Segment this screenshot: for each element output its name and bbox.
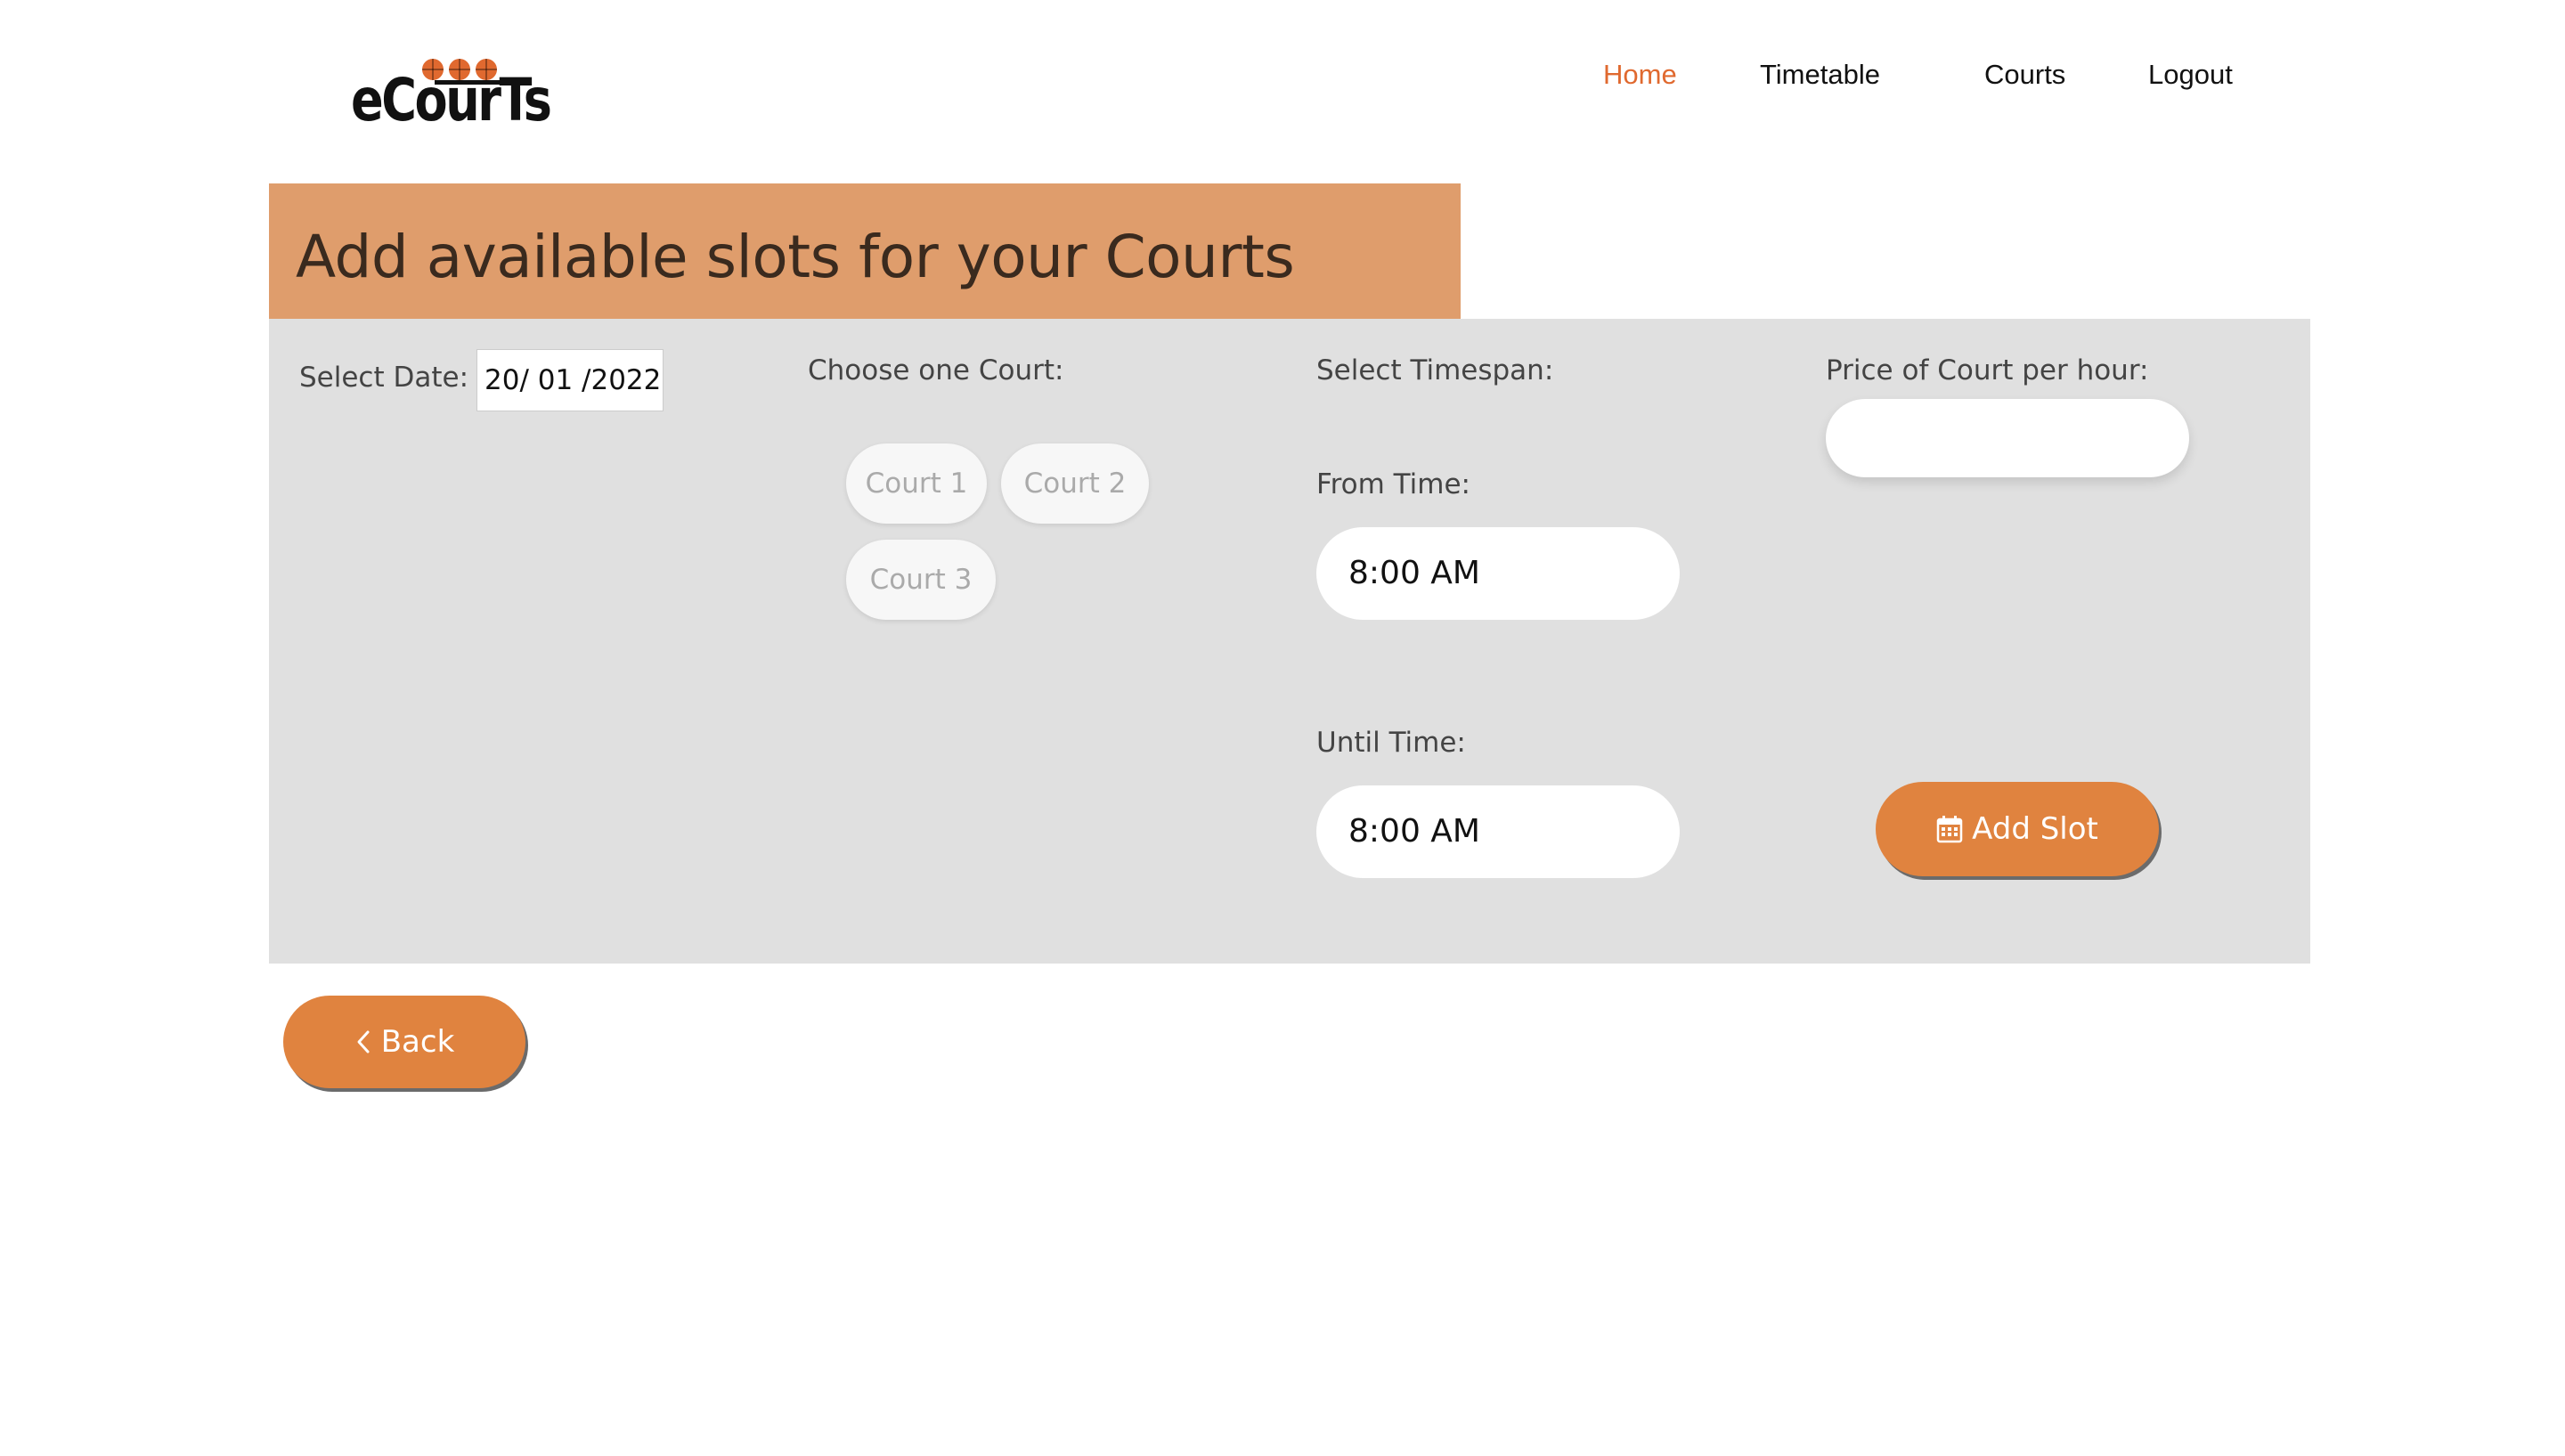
back-label: Back	[380, 1024, 455, 1060]
date-label: Select Date:	[299, 362, 469, 394]
price-label: Price of Court per hour:	[1826, 354, 2149, 386]
court-label: Choose one Court:	[808, 354, 1064, 386]
date-input[interactable]: 20/ 01 /2022	[476, 349, 664, 411]
nav-courts[interactable]: Courts	[1984, 59, 2065, 91]
until-time-input[interactable]: 8:00 AM	[1316, 785, 1680, 878]
ecourts-logo[interactable]: eCourTs	[347, 55, 552, 144]
back-button[interactable]: Back	[283, 996, 525, 1088]
slot-form-panel: Select Date: 20/ 01 /2022 Choose one Cou…	[269, 319, 2310, 964]
timespan-label: Select Timespan:	[1316, 354, 1554, 386]
court-option-2[interactable]: Court 2	[1001, 443, 1149, 524]
court-option-3[interactable]: Court 3	[846, 540, 996, 620]
nav-timetable[interactable]: Timetable	[1760, 59, 1880, 91]
nav-home[interactable]: Home	[1603, 59, 1677, 91]
title-banner: Add available slots for your Courts	[269, 183, 1461, 319]
court-option-1[interactable]: Court 1	[846, 443, 987, 524]
until-time-label: Until Time:	[1316, 727, 1466, 759]
chevron-left-icon	[354, 1029, 372, 1055]
from-time-label: From Time:	[1316, 468, 1470, 500]
from-time-input[interactable]: 8:00 AM	[1316, 527, 1680, 620]
add-slot-button[interactable]: Add Slot	[1876, 782, 2159, 876]
page-title: Add available slots for your Courts	[296, 223, 1295, 291]
main-nav: Home Timetable Courts Logout	[1585, 59, 2262, 98]
price-input[interactable]	[1826, 399, 2189, 477]
nav-logout[interactable]: Logout	[2148, 59, 2233, 91]
logo-text: eCourTs	[351, 66, 552, 134]
add-slot-label: Add Slot	[1972, 811, 2098, 847]
calendar-icon	[1936, 815, 1963, 843]
